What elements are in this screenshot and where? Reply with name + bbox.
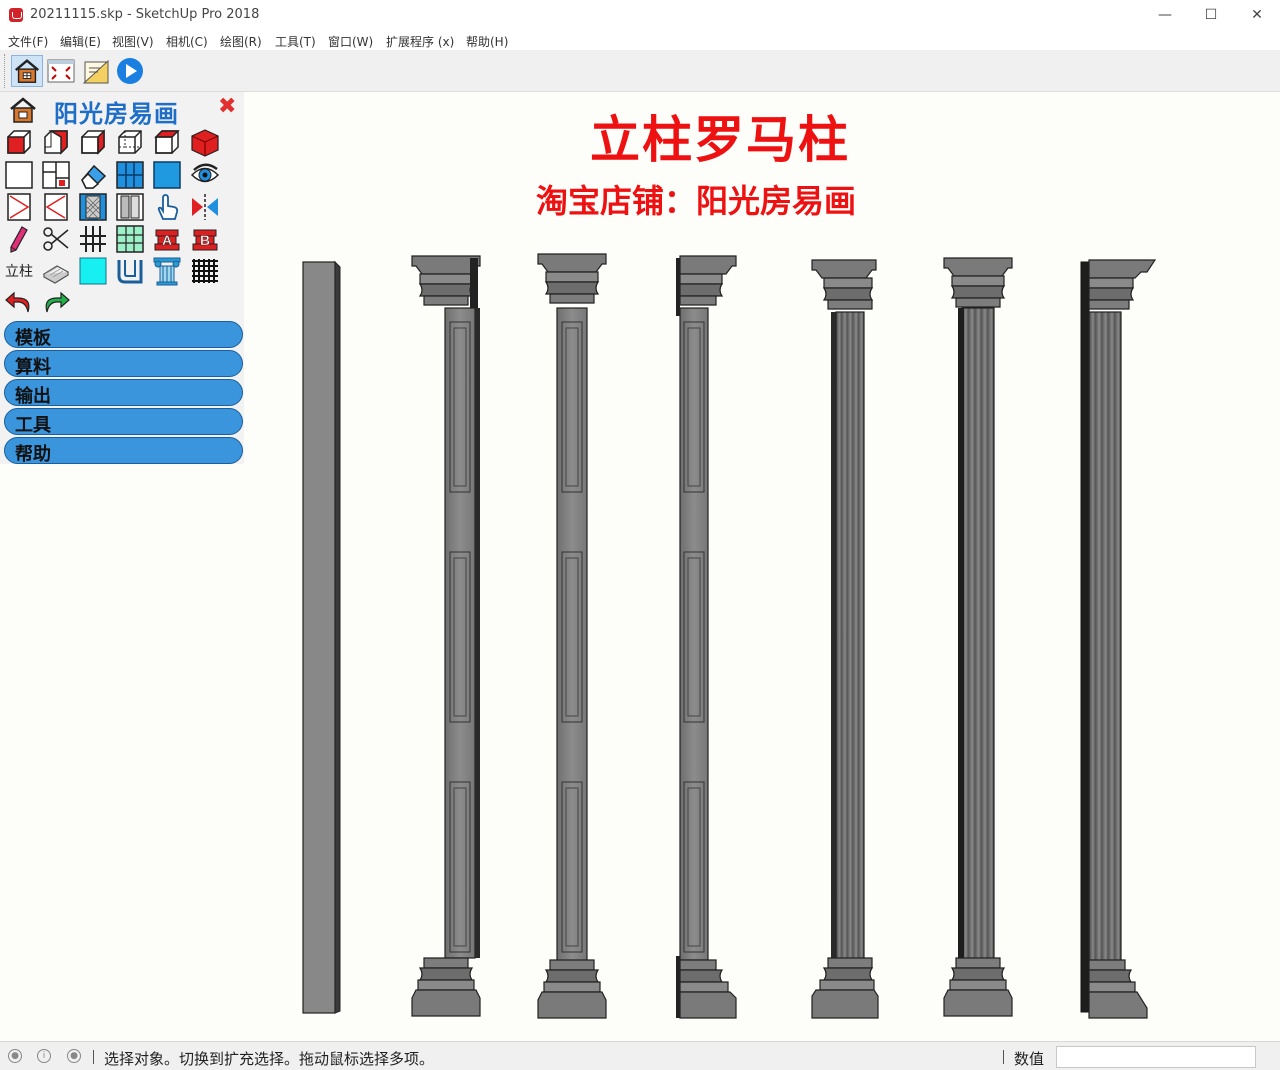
double-door-icon[interactable] [115, 192, 145, 222]
blue-square-icon[interactable] [152, 160, 182, 190]
pencil-icon[interactable] [4, 224, 34, 254]
user-icon[interactable]: ● [67, 1049, 81, 1063]
menu-output-button[interactable]: 输出 [4, 379, 243, 407]
hash-lines-icon[interactable] [78, 224, 108, 254]
panel-title: 阳光房易画 [54, 100, 179, 128]
window-grid-icon[interactable] [41, 160, 71, 190]
mirror-icon[interactable] [190, 192, 220, 222]
profile-b-icon[interactable]: B [190, 224, 220, 254]
status-message: 选择对象。切换到扩充选择。拖动鼠标选择多项。 [104, 1050, 435, 1068]
green-grid-icon[interactable] [115, 224, 145, 254]
redo-icon[interactable] [41, 288, 71, 318]
lattice-door-icon[interactable] [78, 192, 108, 222]
plain-post-column[interactable] [302, 260, 341, 1014]
profile-a-icon[interactable]: A [152, 224, 182, 254]
fluted-roman-column-2[interactable] [943, 257, 1013, 1017]
cube-top-icon[interactable] [152, 128, 182, 158]
door-left-icon[interactable] [4, 192, 34, 222]
fluted-half-column[interactable] [1080, 259, 1157, 1019]
red-cube-front-icon[interactable] [4, 128, 34, 158]
column-label[interactable]: 立柱 [5, 261, 33, 281]
geo-location-icon[interactable]: ● [8, 1049, 22, 1063]
menu-materials-button[interactable]: 算料 [4, 350, 243, 378]
measurements-input[interactable] [1056, 1046, 1256, 1068]
roman-column-icon[interactable] [152, 256, 182, 286]
paneled-roman-column-1[interactable] [411, 255, 481, 1017]
gutter-icon[interactable] [115, 256, 145, 286]
paneled-roman-column-2[interactable] [537, 253, 607, 1019]
eye-icon[interactable] [190, 160, 220, 190]
menu-tools-button[interactable]: 工具 [4, 408, 243, 436]
undo-icon[interactable] [4, 288, 34, 318]
scissors-icon[interactable] [41, 224, 71, 254]
menu-templates-button[interactable]: 模板 [4, 321, 243, 349]
menu-tools-label: 工具 [15, 415, 51, 436]
cube-right-icon[interactable] [78, 128, 108, 158]
menu-help-label: 帮助 [15, 444, 51, 465]
plugin-panel: 阳光房易画 ✖ A B 立柱 模板 算料 输出 工具 帮助 [0, 92, 244, 465]
cube-side-icon[interactable] [41, 128, 71, 158]
menu-help-button[interactable]: 帮助 [4, 437, 243, 465]
door-right-icon[interactable] [41, 192, 71, 222]
menu-templates-label: 模板 [15, 328, 51, 349]
eraser-icon[interactable] [78, 160, 108, 190]
solid-red-cube-icon[interactable] [190, 128, 220, 158]
svg-text:B: B [200, 232, 210, 248]
measurements-label: 数值 [1014, 1050, 1045, 1068]
mesh-grid-icon[interactable] [190, 256, 220, 286]
blue-panel-icon[interactable] [115, 160, 145, 190]
cyan-square-icon[interactable] [78, 256, 108, 286]
cube-iso-icon[interactable] [115, 128, 145, 158]
status-separator [93, 1050, 94, 1064]
paneled-half-column[interactable] [676, 255, 737, 1019]
menu-output-label: 输出 [15, 386, 51, 407]
panel-close-icon[interactable]: ✖ [218, 94, 236, 119]
blank-square-icon[interactable] [4, 160, 34, 190]
status-separator [1003, 1050, 1004, 1064]
fluted-roman-column-1[interactable] [811, 259, 879, 1019]
hand-pointer-icon[interactable] [152, 192, 182, 222]
info-icon[interactable]: i [37, 1049, 51, 1063]
panel-home-icon[interactable] [8, 96, 38, 124]
book-icon[interactable] [41, 256, 71, 286]
status-bar: ● i ● 选择对象。切换到扩充选择。拖动鼠标选择多项。 数值 [0, 1041, 1280, 1070]
menu-materials-label: 算料 [15, 357, 51, 378]
svg-text:A: A [162, 232, 172, 248]
